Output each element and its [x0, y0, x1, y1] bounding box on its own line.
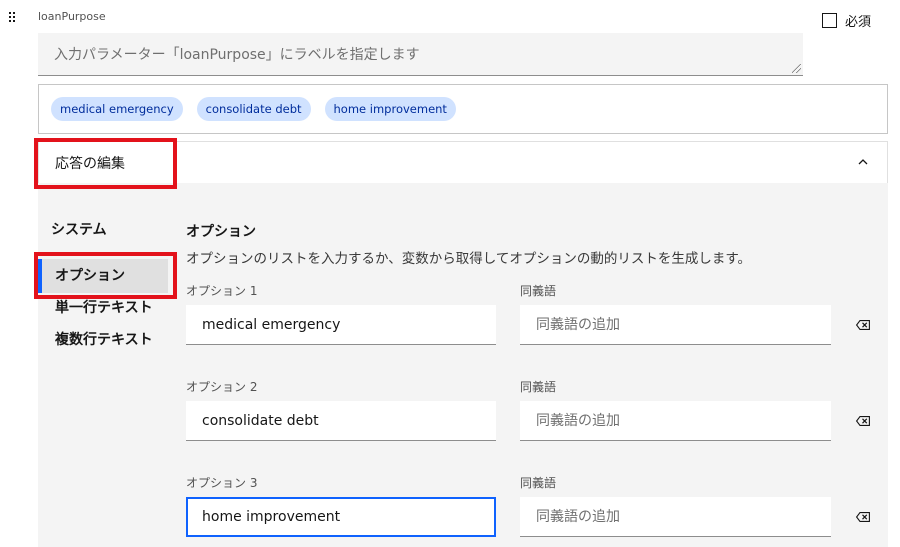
options-preview: medical emergency consolidate debt home … — [38, 84, 888, 134]
option-label: オプション 1 — [186, 284, 258, 298]
accordion-title: 応答の編集 — [55, 156, 125, 172]
option-input[interactable]: medical emergency — [186, 305, 496, 345]
option-tag: consolidate debt — [196, 97, 311, 121]
resize-grip-icon[interactable] — [792, 64, 801, 73]
option-tag: medical emergency — [51, 97, 183, 121]
nav-item-options[interactable]: オプション — [38, 259, 168, 293]
synonyms-input[interactable]: 同義語の追加 — [520, 305, 831, 345]
required-label: 必須 — [845, 15, 872, 30]
chevron-up-icon[interactable] — [857, 156, 869, 168]
delete-option-icon[interactable] — [856, 320, 870, 330]
required-checkbox[interactable]: 必須 — [822, 11, 871, 30]
label-textarea[interactable]: 入力パラメーター「loanPurpose」にラベルを指定します — [38, 33, 803, 76]
nav-item-single-line-text[interactable]: 単一行テキスト — [38, 291, 168, 325]
section-description: オプションのリストを入力するか、変数から取得してオプションの動的リストを生成しま… — [186, 251, 751, 267]
option-label: オプション 2 — [186, 380, 258, 394]
parameter-name: loanPurpose — [38, 10, 106, 23]
option-tag: home improvement — [324, 97, 456, 121]
nav-item-multi-line-text[interactable]: 複数行テキスト — [38, 323, 168, 357]
synonyms-label: 同義語 — [520, 476, 557, 490]
delete-option-icon[interactable] — [856, 416, 870, 426]
response-panel: システム オプション 単一行テキスト 複数行テキスト オプション オプションのリ… — [38, 183, 888, 547]
edit-response-accordion[interactable]: 応答の編集 — [38, 141, 888, 183]
synonyms-label: 同義語 — [520, 380, 557, 394]
checkbox-icon[interactable] — [822, 13, 837, 28]
label-placeholder: 入力パラメーター「loanPurpose」にラベルを指定します — [54, 47, 420, 63]
section-title: オプション — [186, 224, 256, 240]
option-input[interactable]: home improvement — [186, 497, 496, 537]
delete-option-icon[interactable] — [856, 512, 870, 522]
drag-handle-icon[interactable] — [9, 12, 19, 24]
synonyms-input[interactable]: 同義語の追加 — [520, 497, 831, 537]
option-input[interactable]: consolidate debt — [186, 401, 496, 441]
synonyms-input[interactable]: 同義語の追加 — [520, 401, 831, 441]
option-label: オプション 3 — [186, 476, 258, 490]
synonyms-label: 同義語 — [520, 284, 557, 298]
nav-heading-system: システム — [51, 222, 107, 238]
